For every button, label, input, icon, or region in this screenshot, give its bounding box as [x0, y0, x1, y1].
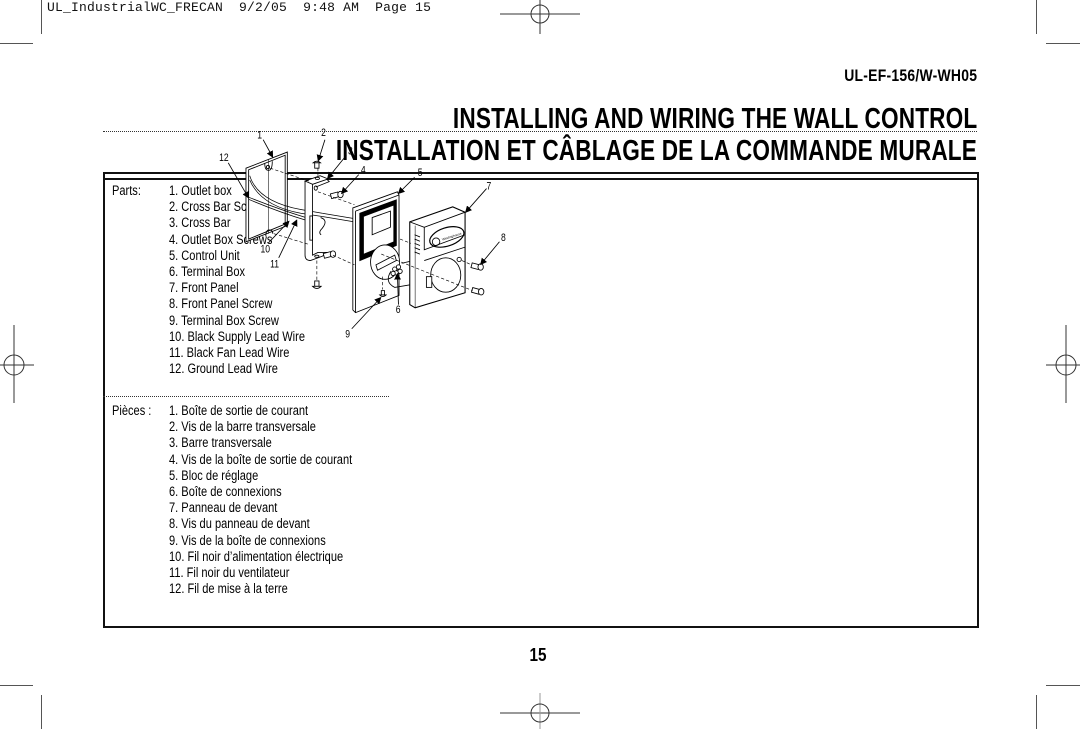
front-panel — [409, 206, 466, 309]
callout-10: 10 — [260, 244, 270, 256]
part-item: 9. Vis de la boîte de connexions — [169, 532, 326, 548]
registration-mark-right — [1046, 325, 1080, 403]
crop-mark — [1036, 695, 1037, 729]
part-item: 6. Boîte de connexions — [169, 483, 282, 499]
part-item: 8. Vis du panneau de devant — [169, 516, 310, 532]
part-item: 7. Panneau de devant — [169, 500, 278, 516]
crop-mark — [0, 685, 33, 686]
exploded-diagram: 1 2 3 4 5 6 7 8 9 10 11 12 Westinghouse — [219, 127, 506, 341]
callout-2: 2 — [321, 127, 326, 139]
callout-5: 5 — [418, 167, 423, 179]
crop-mark — [1046, 685, 1080, 686]
cross-bar-screw-bottom — [311, 280, 323, 289]
callout-4: 4 — [361, 165, 366, 177]
callout-8: 8 — [501, 232, 506, 244]
crop-mark — [1046, 43, 1080, 44]
cross-bar-screw-top — [311, 160, 322, 169]
crop-mark — [1036, 0, 1037, 34]
part-item: 5. Bloc de réglage — [169, 467, 259, 483]
front-panel-screw-bottom — [470, 287, 485, 296]
callout-11: 11 — [270, 259, 279, 271]
outlet-box-screw-bottom — [322, 250, 337, 259]
part-item: 10. Fil noir d’alimentation électrique — [169, 548, 344, 564]
part-item: 12. Fil de mise à la terre — [169, 581, 288, 597]
registration-mark-bottom — [500, 693, 580, 729]
callout-1: 1 — [257, 130, 262, 142]
part-item: 11. Fil noir du ventilateur — [169, 564, 290, 580]
callout-3: 3 — [348, 146, 353, 158]
callout-12: 12 — [219, 152, 229, 164]
callout-9: 9 — [345, 329, 350, 341]
model-number: UL-EF-156/W-WH05 — [843, 66, 977, 85]
callout-7: 7 — [487, 181, 492, 193]
control-unit — [352, 191, 400, 314]
page-number: 15 — [529, 645, 547, 665]
part-item: 4. Vis de la boîte de sortie de courant — [169, 451, 353, 467]
outlet-box-screw-top — [329, 190, 344, 200]
crop-mark — [41, 695, 42, 729]
callout-6: 6 — [396, 304, 401, 316]
cross-bar — [303, 175, 331, 261]
